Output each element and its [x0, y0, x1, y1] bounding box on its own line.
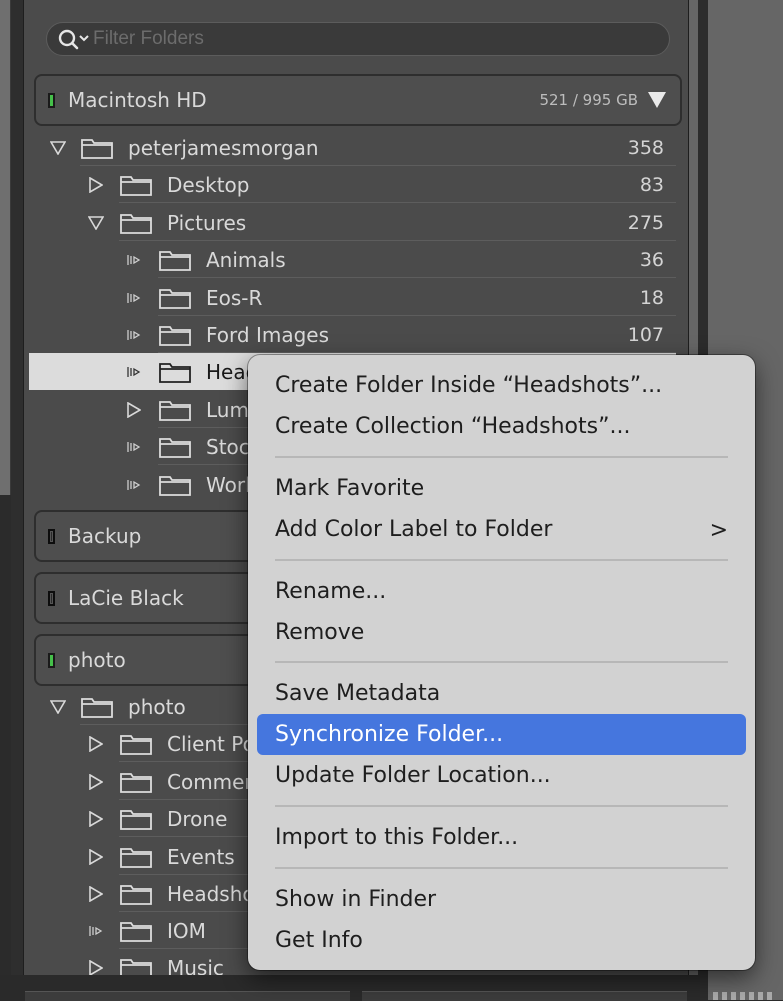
disclosure-down-icon[interactable]	[48, 138, 68, 158]
left-gutter	[11, 0, 23, 1000]
chevron-right-icon: >	[709, 518, 728, 543]
menu-item-import[interactable]: Import to this Folder...	[257, 817, 746, 858]
folder-icon	[120, 848, 152, 868]
volume-macintosh-hd[interactable]: Macintosh HD 521 / 995 GB	[34, 74, 682, 126]
folder-count: 275	[627, 211, 664, 234]
volume-name: Macintosh HD	[68, 88, 207, 112]
menu-item-update-folder-location[interactable]: Update Folder Location...	[257, 755, 746, 796]
folder-icon	[81, 139, 113, 159]
folder-label: Pictures	[167, 210, 247, 235]
volume-status-indicator	[48, 92, 55, 108]
folder-label: Desktop	[167, 172, 250, 197]
folder-label: Animals	[206, 247, 286, 272]
folder-icon	[120, 885, 152, 905]
folder-icon	[159, 401, 191, 421]
disclosure-right-icon[interactable]	[86, 809, 106, 829]
folder-icon	[159, 476, 191, 496]
folder-icon	[120, 922, 152, 942]
volume-name: Backup	[68, 524, 142, 548]
menu-item-rename[interactable]: Rename...	[257, 571, 746, 612]
disclosure-empty-icon[interactable]	[124, 437, 144, 457]
disclosure-empty-icon[interactable]	[124, 325, 144, 345]
disclosure-right-icon[interactable]	[86, 847, 106, 867]
folder-icon	[120, 959, 152, 975]
disclosure-empty-icon[interactable]	[124, 362, 144, 382]
menu-item-save-metadata[interactable]: Save Metadata	[257, 673, 746, 714]
folder-icon	[159, 438, 191, 458]
menu-separator	[275, 456, 728, 458]
folder-row-ford-images[interactable]: Ford Images 107	[36, 316, 676, 353]
filter-folders-field[interactable]	[46, 22, 670, 56]
volume-status-indicator	[48, 528, 55, 544]
volume-status-indicator	[48, 652, 55, 668]
disclosure-right-icon[interactable]	[86, 734, 106, 754]
folder-row-peterjamesmorgan[interactable]: peterjamesmorgan 358	[36, 129, 676, 166]
disclosure-down-icon[interactable]	[86, 213, 106, 233]
filter-folders-input[interactable]	[91, 27, 655, 51]
folder-label: Drone	[167, 806, 228, 831]
folder-count: 18	[639, 286, 664, 309]
disclosure-right-icon[interactable]	[86, 175, 106, 195]
menu-item-show-in-finder[interactable]: Show in Finder	[257, 879, 746, 920]
disclosure-right-icon[interactable]	[86, 884, 106, 904]
disclosure-right-icon[interactable]	[86, 958, 106, 975]
folder-row-eos-r[interactable]: Eos-R 18	[36, 279, 676, 316]
folder-row-pictures[interactable]: Pictures 275	[36, 204, 676, 241]
bottom-toolbar	[0, 975, 700, 1001]
folder-icon	[159, 289, 191, 309]
folder-icon	[120, 214, 152, 234]
folder-label: Events	[167, 844, 235, 869]
filmstrip-handle[interactable]	[713, 992, 773, 1000]
folder-label: Music	[167, 955, 224, 976]
menu-separator	[275, 867, 728, 869]
folder-count: 36	[639, 248, 664, 271]
folder-label: IOM	[167, 918, 206, 943]
disclosure-empty-icon[interactable]	[124, 288, 144, 308]
disclosure-down-icon[interactable]	[48, 697, 68, 717]
folder-row-animals[interactable]: Animals 36	[36, 241, 676, 278]
menu-item-mark-favorite[interactable]: Mark Favorite	[257, 468, 746, 509]
menu-separator	[275, 805, 728, 807]
volume-capacity: 521 / 995 GB	[539, 91, 638, 109]
disclosure-right-icon[interactable]	[86, 772, 106, 792]
menu-item-get-info[interactable]: Get Info	[257, 920, 746, 961]
folder-label: photo	[128, 694, 186, 719]
folder-label: Ford Images	[206, 322, 330, 347]
disclosure-empty-icon[interactable]	[124, 250, 144, 270]
folder-icon	[159, 251, 191, 271]
menu-item-synchronize-folder[interactable]: Synchronize Folder...	[257, 714, 746, 755]
folder-icon	[159, 363, 191, 383]
folder-icon	[81, 698, 113, 718]
triangle-down-icon[interactable]	[648, 92, 666, 108]
menu-item-add-color-label[interactable]: Add Color Label to Folder >	[257, 509, 746, 550]
folder-row-desktop[interactable]: Desktop 83	[36, 166, 676, 203]
volume-name: photo	[68, 648, 126, 672]
folder-count: 358	[627, 136, 664, 159]
menu-separator	[275, 559, 728, 561]
folder-icon	[120, 773, 152, 793]
menu-item-remove[interactable]: Remove	[257, 612, 746, 653]
menu-item-create-collection[interactable]: Create Collection “Headshots”...	[257, 406, 746, 447]
folder-label: peterjamesmorgan	[128, 135, 319, 160]
folder-icon	[120, 176, 152, 196]
disclosure-right-icon[interactable]	[124, 400, 144, 420]
volume-status-indicator	[48, 590, 55, 606]
volume-name: LaCie Black	[68, 586, 184, 610]
menu-item-create-folder[interactable]: Create Folder Inside “Headshots”...	[257, 365, 746, 406]
left-frame-edge	[0, 0, 11, 495]
disclosure-empty-icon[interactable]	[124, 475, 144, 495]
folder-count: 107	[627, 323, 664, 346]
folder-label: Eos-R	[206, 285, 263, 310]
search-icon[interactable]	[57, 28, 91, 50]
menu-separator	[275, 661, 728, 663]
folder-icon	[120, 810, 152, 830]
folder-context-menu: Create Folder Inside “Headshots”... Crea…	[248, 355, 755, 970]
folder-count: 83	[639, 173, 664, 196]
disclosure-empty-icon[interactable]	[86, 921, 106, 941]
folder-icon	[159, 326, 191, 346]
folder-icon	[120, 735, 152, 755]
